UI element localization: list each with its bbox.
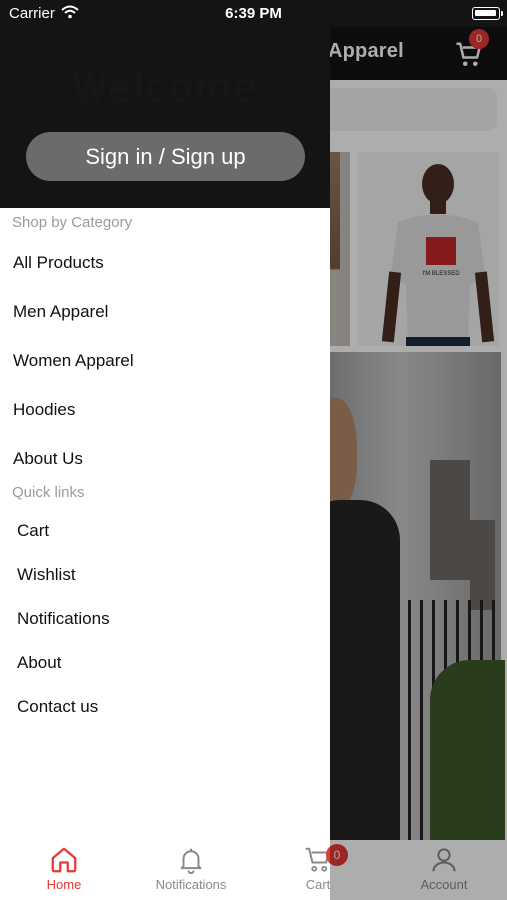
shop-by-category-label: Shop by Category <box>12 214 133 231</box>
category-hoodies[interactable]: Hoodies <box>13 400 75 420</box>
battery-icon <box>472 7 500 20</box>
category-about-us[interactable]: About Us <box>13 449 83 469</box>
quick-link-notifications[interactable]: Notifications <box>17 609 110 629</box>
tab-account-label: Account <box>420 877 468 892</box>
battery-tip <box>501 11 503 16</box>
tab-cart-badge: 0 <box>326 844 348 866</box>
product-image[interactable]: I'M BLESSED <box>358 152 499 346</box>
navigation-drawer: Welcome Sign in / Sign up Shop by Catego… <box>0 0 330 841</box>
sign-in-button[interactable]: Sign in / Sign up <box>26 132 305 181</box>
building-window <box>430 460 470 580</box>
tab-home-label: Home <box>46 877 82 892</box>
bush <box>430 660 505 840</box>
status-bar: Carrier 6:39 PM <box>0 0 507 27</box>
tab-notifications[interactable]: Notifications <box>141 845 241 892</box>
app-title: Apparel <box>328 40 404 62</box>
category-men-apparel[interactable]: Men Apparel <box>13 302 108 322</box>
bell-icon <box>180 848 202 875</box>
tab-cart-label: Cart <box>305 877 331 892</box>
building-window <box>470 520 495 610</box>
header-cart-badge: 0 <box>469 29 489 49</box>
category-women-apparel[interactable]: Women Apparel <box>13 351 134 371</box>
quick-link-wishlist[interactable]: Wishlist <box>17 565 76 585</box>
quick-link-cart[interactable]: Cart <box>17 521 49 541</box>
quick-links-label: Quick links <box>12 484 85 501</box>
product-print-text: I'M BLESSED <box>422 271 460 277</box>
tab-cart[interactable]: Cart <box>268 845 368 892</box>
tab-home[interactable]: Home <box>14 845 114 892</box>
tshirt-model-image: I'M BLESSED <box>358 152 499 346</box>
quick-link-contact-us[interactable]: Contact us <box>17 697 98 717</box>
category-all-products[interactable]: All Products <box>13 253 104 273</box>
tab-account[interactable]: Account <box>394 845 494 892</box>
person-icon <box>432 848 456 872</box>
quick-link-about[interactable]: About <box>17 653 61 673</box>
welcome-heading: Welcome <box>71 66 259 110</box>
tab-notifications-label: Notifications <box>155 877 227 892</box>
home-icon <box>51 847 77 873</box>
status-time: 6:39 PM <box>225 5 282 22</box>
